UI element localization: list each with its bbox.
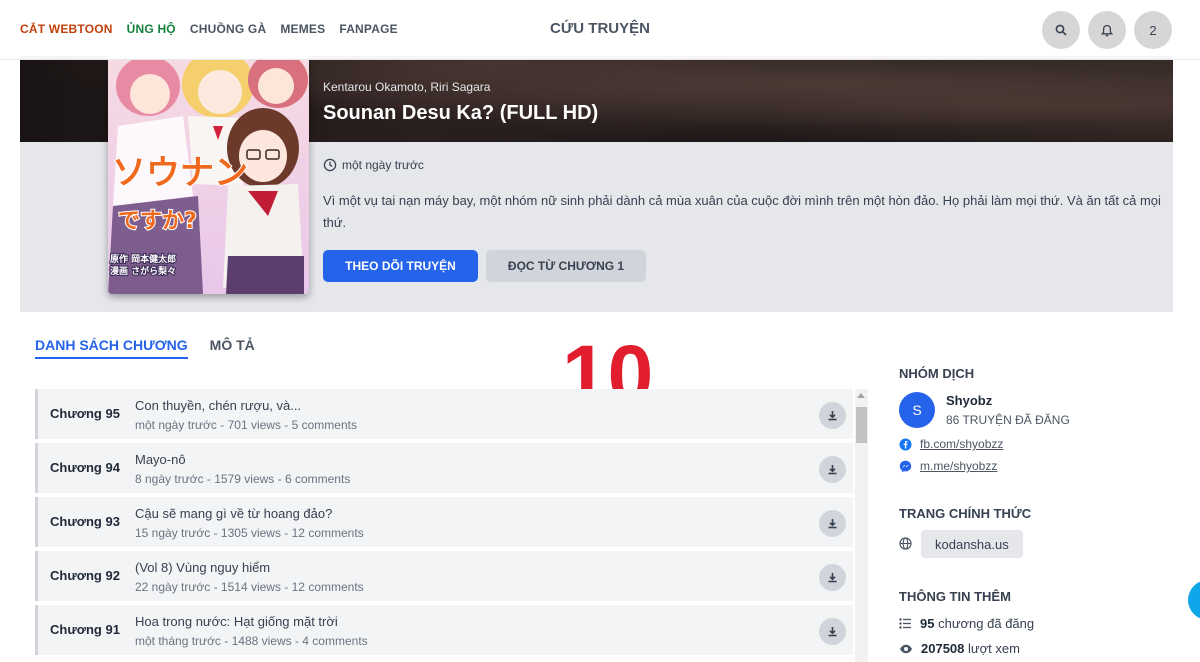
chapter-count-value: 95 [920,616,935,631]
manga-cover-image[interactable]: ソウナン ですか? 原作 岡本健太郎 漫画 さがら梨々 [108,56,309,294]
download-icon [828,573,837,583]
chapter-meta: 8 ngày trước - 1579 views - 6 comments [135,472,351,486]
group-heading: NHÓM DỊCH [899,366,975,381]
chapter-row[interactable]: Chương 93 Cậu sẽ mang gì về từ hoang đảo… [35,497,853,547]
search-button[interactable] [1042,11,1080,49]
content-tabs: DANH SÁCH CHƯƠNG MÔ TẢ [35,337,255,359]
chapter-meta: 15 ngày trước - 1305 views - 12 comments [135,526,364,540]
chapter-meta: một ngày trước - 701 views - 5 comments [135,418,357,432]
manga-description: Vì một vụ tai nạn máy bay, một nhóm nữ s… [323,193,1161,230]
messenger-icon [899,460,912,472]
official-site-link[interactable]: kodansha.us [921,530,1023,558]
follow-button[interactable]: THEO DÕI TRUYỆN [323,250,478,282]
download-button[interactable] [819,564,846,591]
site-title[interactable]: CỨU TRUYỆN [550,20,650,37]
view-count-value: 207508 [921,641,965,656]
eye-icon [900,644,912,653]
chapter-number: Chương 91 [50,622,120,637]
chapter-row[interactable]: Chương 94 Mayo-nô 8 ngày trước - 1579 vi… [35,443,853,493]
notification-button[interactable] [1088,11,1126,49]
nav-link-fanpage[interactable]: FANPAGE [339,22,398,36]
download-icon [828,627,837,637]
globe-icon [899,537,912,550]
chapter-name: Con thuyền, chén rượu, và... [135,398,302,413]
facebook-link[interactable]: fb.com/shyobzz [899,437,1003,451]
tab-chapter-list[interactable]: DANH SÁCH CHƯƠNG [35,337,188,359]
nav-link-chuong-ga[interactable]: CHUỒNG GÀ [190,22,266,36]
floating-messenger-button[interactable] [1188,580,1200,620]
nav-link-memes[interactable]: MEMES [280,22,325,36]
tab-description[interactable]: MÔ TẢ [210,337,255,359]
cover-art: ソウナン ですか? 原作 岡本健太郎 漫画 さがら梨々 [108,56,309,294]
chapter-count-label: chương đã đăng [938,616,1035,631]
chapter-name: Cậu sẽ mang gì về từ hoang đảo? [135,506,333,521]
view-count-info: 207508 lượt xem [899,641,1020,656]
view-count-label: lượt xem [968,641,1020,656]
chapter-name: (Vol 8) Vùng nguy hiểm [135,560,271,575]
chapter-number: Chương 93 [50,514,120,529]
manga-author[interactable]: Kentarou Okamoto, Riri Sagara [323,80,490,94]
cover-title-1: ソウナン [112,153,248,193]
chapter-name: Mayo-nô [135,452,186,467]
updated-time-text: một ngày trước [342,158,424,172]
bell-icon [1101,24,1113,36]
official-heading: TRANG CHÍNH THỨC [899,506,1032,521]
nav-link-cat-webtoon[interactable]: CẮT WEBTOON [20,22,113,36]
chapter-list-scrollbar[interactable] [855,389,868,662]
download-icon [828,411,837,421]
scrollbar-thumb[interactable] [856,407,867,443]
user-badge-button[interactable]: 2 [1134,11,1172,49]
group-avatar[interactable]: S [899,392,935,428]
cover-credit-1: 原作 岡本健太郎 [110,253,176,265]
updated-time: một ngày trước [323,158,424,172]
chapter-meta: 22 ngày trước - 1514 views - 12 comments [135,580,364,594]
facebook-icon [899,438,912,450]
chapter-row[interactable]: Chương 92 (Vol 8) Vùng nguy hiểm 22 ngày… [35,551,853,601]
download-icon [828,519,837,529]
more-info-heading: THÔNG TIN THÊM [899,589,1011,604]
download-button[interactable] [819,618,846,645]
chapter-number: Chương 92 [50,568,120,583]
chapter-list: Chương 95 Con thuyền, chén rượu, và... m… [35,389,853,659]
cover-title-2: ですか? [118,209,197,234]
chapter-row[interactable]: Chương 95 Con thuyền, chén rượu, và... m… [35,389,853,439]
facebook-link-text: fb.com/shyobzz [920,437,1004,451]
chapter-count-info: 95 chương đã đăng [899,616,1034,631]
nav-links: CẮT WEBTOON ỦNG HỘ CHUỒNG GÀ MEMES FANPA… [20,22,398,36]
download-button[interactable] [819,456,846,483]
chapter-number: Chương 94 [50,460,120,475]
messenger-link[interactable]: m.me/shyobzz [899,459,997,473]
scroll-up-arrow[interactable] [857,393,865,398]
read-from-chapter-1-button[interactable]: ĐỌC TỪ CHƯƠNG 1 [486,250,646,282]
nav-link-ung-ho[interactable]: ỦNG HỘ [127,22,176,36]
chapter-name: Hoa trong nước: Hạt giống mặt trời [135,614,338,629]
clock-icon [323,158,337,172]
manga-title: Sounan Desu Ka? (FULL HD) [323,102,599,124]
search-icon [1055,24,1067,36]
download-button[interactable] [819,402,846,429]
group-name[interactable]: Shyobz [946,393,992,408]
chapter-row[interactable]: Chương 91 Hoa trong nước: Hạt giống mặt … [35,605,853,655]
chapter-meta: một tháng trước - 1488 views - 4 comment… [135,634,368,648]
download-icon [828,465,837,475]
top-navbar: CẮT WEBTOON ỦNG HỘ CHUỒNG GÀ MEMES FANPA… [0,0,1200,60]
nav-icons: 2 [1042,11,1172,49]
chapter-number: Chương 95 [50,406,120,421]
download-button[interactable] [819,510,846,537]
list-icon [899,618,911,629]
cover-credit-2: 漫画 さがら梨々 [110,265,176,277]
group-story-count: 86 TRUYỆN ĐÃ ĐĂNG [946,413,1070,427]
messenger-link-text: m.me/shyobzz [920,459,998,473]
